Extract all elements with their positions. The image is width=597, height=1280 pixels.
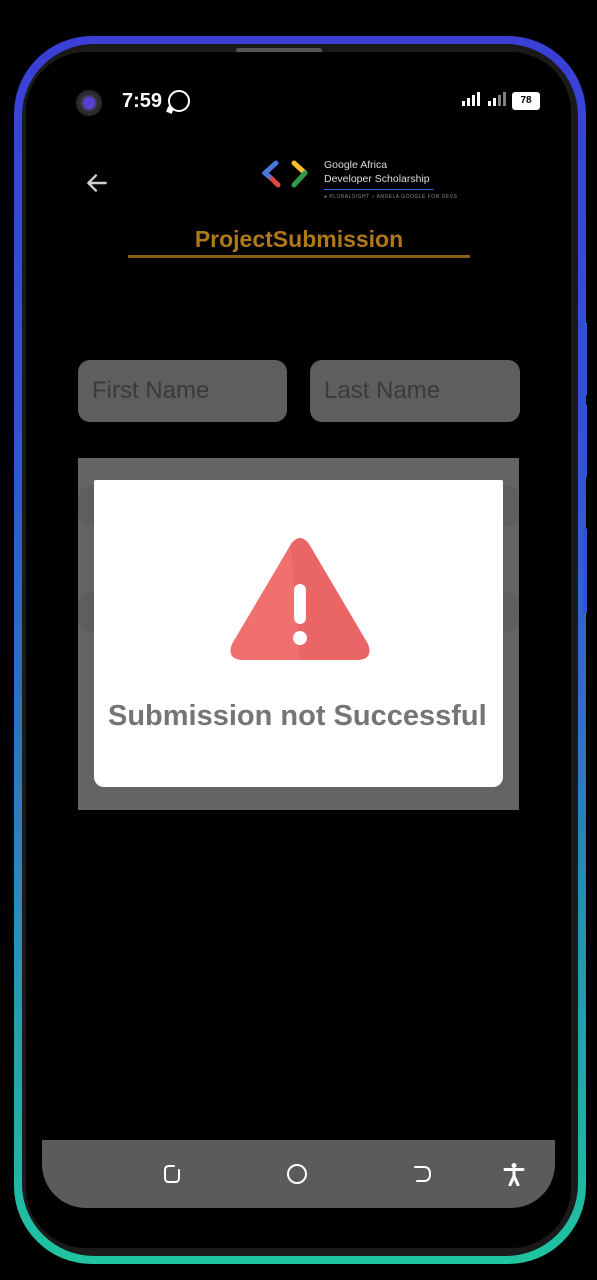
- last-name-input[interactable]: [310, 360, 520, 422]
- status-bar: 7:59 78: [26, 52, 571, 148]
- arrow-left-icon[interactable]: [84, 170, 110, 196]
- code-brackets-icon: [262, 160, 308, 188]
- home-icon[interactable]: [285, 1162, 309, 1186]
- signal-icon: [462, 92, 480, 106]
- first-name-input[interactable]: [78, 360, 287, 422]
- error-dialog[interactable]: Submission not Successful: [94, 480, 503, 787]
- gads-logo: Google Africa Developer Scholarship ● PL…: [262, 158, 457, 210]
- dialog-message: Submission not Successful: [108, 700, 487, 732]
- page-title: ProjectSubmission: [128, 226, 470, 258]
- warning-triangle-icon: [230, 538, 370, 660]
- logo-line1: Google Africa: [324, 159, 388, 171]
- accessibility-icon[interactable]: [502, 1162, 526, 1186]
- logo-text: Google Africa Developer Scholarship: [324, 158, 430, 186]
- app-screen: 7:59 78 Google Africa Developer Scholars…: [26, 52, 571, 1248]
- last-name-field[interactable]: [310, 360, 520, 422]
- status-time: 7:59: [122, 90, 163, 112]
- back-icon[interactable]: [410, 1162, 434, 1186]
- logo-divider: [324, 189, 434, 190]
- logo-line2: Developer Scholarship: [324, 173, 430, 185]
- power-button: [583, 528, 587, 614]
- camera-icon: [76, 90, 102, 116]
- first-name-field[interactable]: [78, 360, 287, 422]
- volume-up-button: [583, 322, 587, 396]
- volume-down-button: [583, 404, 587, 478]
- signal-icon-2: [488, 92, 506, 106]
- battery-icon: 78: [512, 92, 540, 110]
- logo-partners: ● PLURALSIGHT ○ ANDELA GOOGLE FOR DEVS: [324, 194, 458, 200]
- whatsapp-icon: [168, 90, 190, 112]
- recents-icon[interactable]: [160, 1162, 184, 1186]
- navigation-bar: [42, 1140, 555, 1208]
